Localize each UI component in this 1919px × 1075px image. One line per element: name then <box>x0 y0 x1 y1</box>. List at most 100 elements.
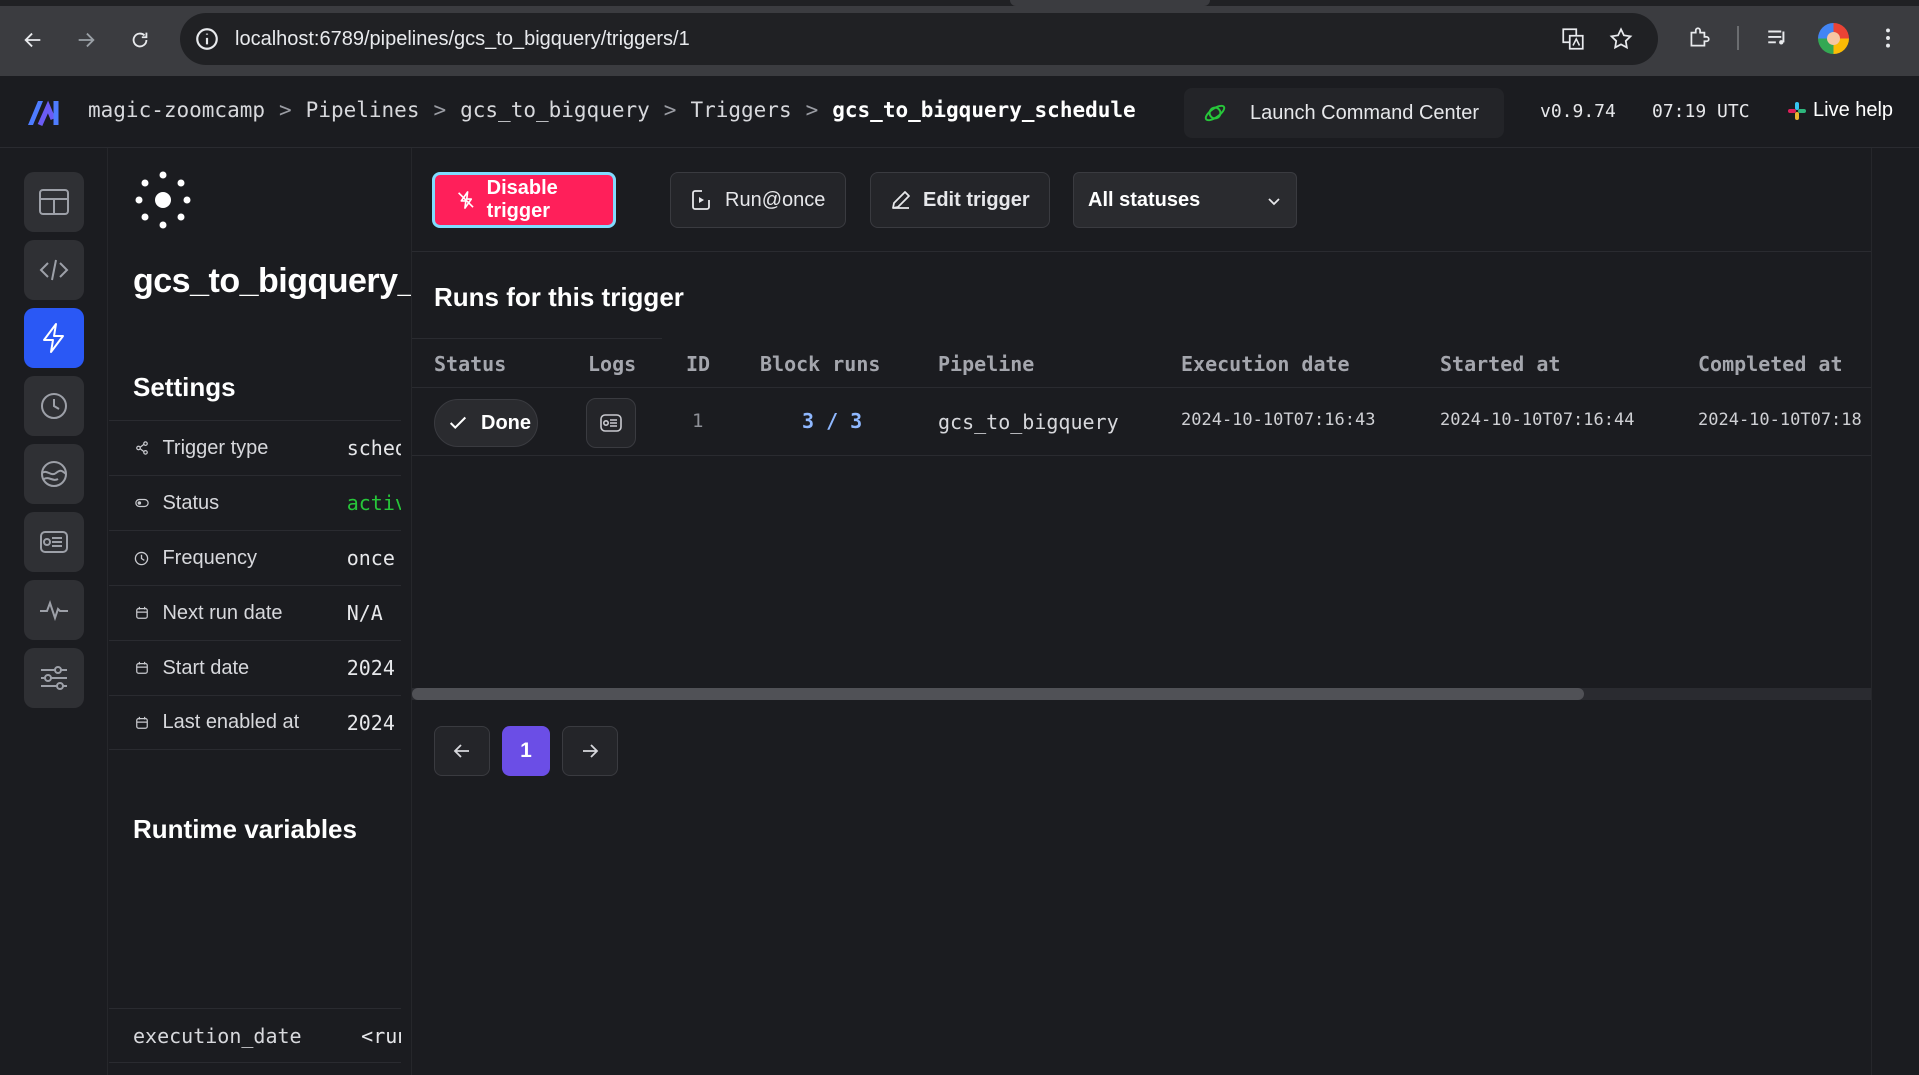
launch-command-center-button[interactable]: Launch Command Center <box>1184 88 1504 138</box>
nav-code[interactable] <box>24 240 84 300</box>
reload-button[interactable] <box>122 22 158 58</box>
pulse-icon <box>40 600 68 622</box>
more-vertical-icon <box>1886 28 1890 48</box>
started-at: 2024-10-10T07:16:44 <box>1440 410 1635 430</box>
column-header: Logs <box>588 352 637 376</box>
clock-label: 07:19 UTC <box>1652 101 1750 122</box>
nav-logs[interactable] <box>24 512 84 572</box>
setting-next-run-date: Next run date N/A <box>109 585 401 640</box>
runs-heading: Runs for this trigger <box>434 282 684 312</box>
browser-chrome: localhost:6789/pipelines/gcs_to_bigquery… <box>0 0 1919 76</box>
column-header[interactable]: ID <box>686 352 710 376</box>
nav-settings[interactable] <box>24 648 84 708</box>
toolbar-separator <box>1737 26 1739 50</box>
chevron-right-icon: > <box>279 98 292 122</box>
status-filter-select[interactable]: All statuses <box>1073 172 1297 228</box>
setting-label: Status <box>162 491 220 514</box>
nav-monitor[interactable] <box>24 580 84 640</box>
address-bar[interactable]: localhost:6789/pipelines/gcs_to_bigquery… <box>180 13 1658 65</box>
browser-menu-button[interactable] <box>1872 22 1904 54</box>
logs-icon <box>600 414 622 432</box>
live-help-link[interactable]: Live help <box>1788 99 1893 122</box>
right-sidebar <box>1871 148 1919 1075</box>
trigger-runs-main: Disable trigger Run@once Edit trigger Al… <box>411 148 1872 1075</box>
column-header: Block runs <box>760 352 881 376</box>
setting-value: active <box>346 491 401 515</box>
column-header[interactable]: Completed at <box>1698 352 1843 376</box>
planet-icon <box>1204 104 1226 122</box>
runtime-variable-row: execution_date <run_datetime> <box>109 1008 401 1063</box>
run-once-button[interactable]: Run@once <box>670 172 846 228</box>
breadcrumb-triggers[interactable]: Triggers <box>690 98 791 122</box>
arrow-left-icon <box>24 32 41 48</box>
toggle-icon <box>133 494 150 512</box>
arrow-right-icon <box>583 744 599 758</box>
tab-strip <box>0 0 1919 6</box>
app-header: magic-zoomcamp > Pipelines > gcs_to_bigq… <box>0 76 1919 148</box>
calendar-icon <box>133 714 150 732</box>
setting-start-date: Start date 2024 <box>109 640 401 695</box>
site-info-icon[interactable] <box>194 26 220 52</box>
extensions-button[interactable] <box>1683 22 1715 54</box>
puzzle-icon <box>1690 27 1710 47</box>
version-label: v0.9.74 <box>1540 101 1616 122</box>
column-header[interactable]: Execution date <box>1181 352 1350 376</box>
mage-logo-icon[interactable] <box>26 99 64 127</box>
setting-trigger-type: Trigger type schedule <box>109 420 401 475</box>
horizontal-scrollbar-thumb[interactable] <box>412 688 1584 700</box>
execution-date: 2024-10-10T07:16:43 <box>1181 410 1376 430</box>
calendar-icon <box>133 604 150 622</box>
table-row[interactable]: Done 1 3 / 3 gcs_to_bigquery 2024-10-10T… <box>412 388 1872 456</box>
column-header[interactable]: Status <box>434 352 506 376</box>
command-center-label: Launch Command Center <box>1250 101 1480 124</box>
bookmark-star-icon[interactable] <box>1608 26 1634 52</box>
pipeline-link[interactable]: gcs_to_bigquery <box>938 410 1119 434</box>
view-logs-button[interactable] <box>586 398 636 448</box>
url-text: localhost:6789/pipelines/gcs_to_bigquery… <box>235 28 690 50</box>
setting-value: schedule <box>346 436 401 460</box>
setting-label: Last enabled at <box>162 711 300 733</box>
breadcrumb-pipelines[interactable]: Pipelines <box>306 98 420 122</box>
setting-value: 2024 <box>346 656 395 680</box>
reload-icon <box>132 32 148 48</box>
previous-page-button[interactable] <box>434 726 490 776</box>
disable-trigger-button[interactable]: Disable trigger <box>432 172 616 228</box>
translate-icon[interactable] <box>1560 26 1586 52</box>
share-icon <box>133 439 150 457</box>
trigger-title: gcs_to_bigquery_schedule <box>133 262 411 300</box>
breadcrumb-project[interactable]: magic-zoomcamp <box>88 98 265 122</box>
media-control-button[interactable] <box>1762 22 1794 54</box>
status-badge[interactable]: Done <box>434 399 538 447</box>
nav-runs[interactable] <box>24 376 84 436</box>
edit-trigger-button[interactable]: Edit trigger <box>870 172 1050 228</box>
back-button[interactable] <box>15 22 51 58</box>
column-header[interactable]: Pipeline <box>938 352 1034 376</box>
chevron-right-icon: > <box>663 98 677 122</box>
disable-trigger-label: Disable trigger <box>486 177 558 222</box>
column-header[interactable]: Started at <box>1440 352 1560 376</box>
nav-backfills[interactable] <box>24 444 84 504</box>
block-runs-link[interactable]: 3 / 3 <box>802 409 862 433</box>
setting-value: once <box>346 546 395 570</box>
browser-tab[interactable] <box>1010 0 1210 6</box>
schedule-sun-icon <box>135 171 191 229</box>
toolbar-divider <box>412 251 1872 252</box>
setting-last-enabled-at: Last enabled at 2024 <box>109 695 401 750</box>
slack-icon <box>1788 101 1806 120</box>
clock-icon <box>41 393 67 419</box>
nav-overview[interactable] <box>24 172 84 232</box>
status-badge-label: Done <box>481 411 531 434</box>
calendar-icon <box>133 659 150 677</box>
completed-at: 2024-10-10T07:18 <box>1698 410 1862 430</box>
page-button[interactable]: 1 <box>502 726 550 776</box>
layout-icon <box>39 189 69 215</box>
setting-label: Frequency <box>162 546 257 569</box>
forward-button[interactable] <box>68 22 104 58</box>
profile-avatar[interactable] <box>1818 23 1849 54</box>
next-page-button[interactable] <box>562 726 618 776</box>
run-once-label: Run@once <box>725 188 826 211</box>
nav-triggers[interactable] <box>24 308 84 368</box>
runs-table-header: Status Logs ID Block runs Pipeline Execu… <box>412 340 1872 388</box>
pencil-icon <box>892 191 910 209</box>
breadcrumb-pipeline[interactable]: gcs_to_bigquery <box>460 98 650 122</box>
